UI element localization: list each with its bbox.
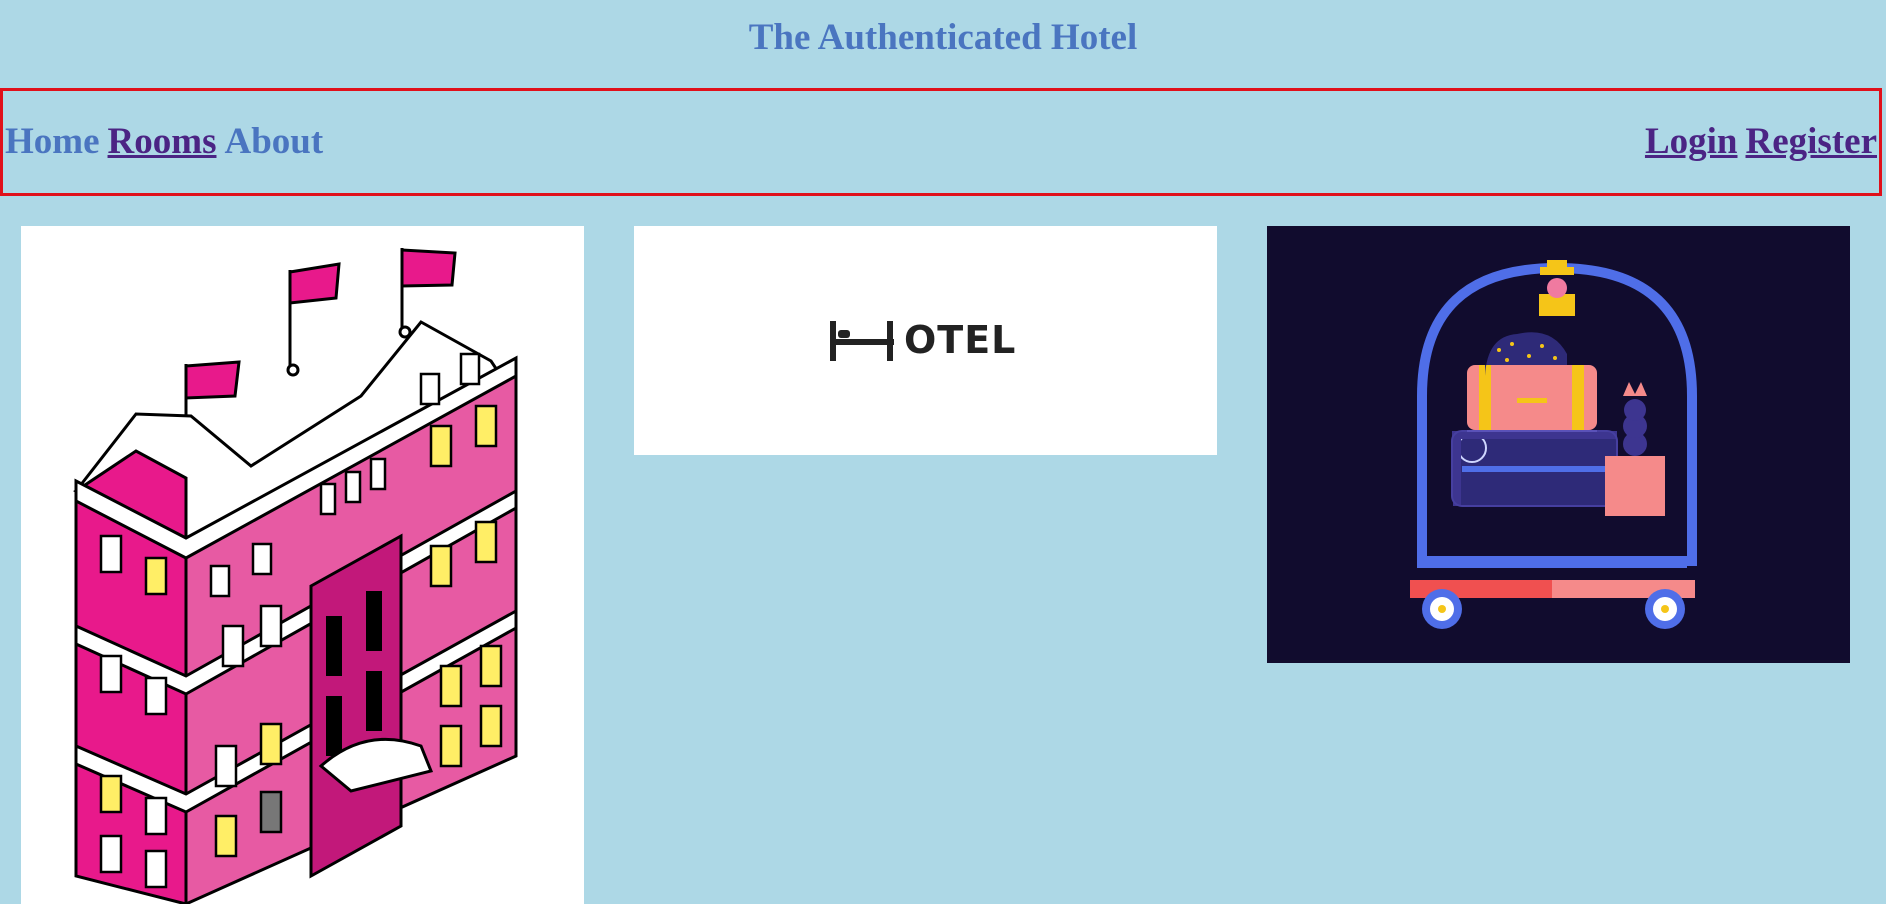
entrance [309, 533, 403, 879]
nav-link-login[interactable]: Login [1645, 118, 1738, 166]
nav-right-group: Login Register [1637, 118, 1879, 166]
nav-link-register[interactable]: Register [1746, 118, 1878, 166]
nav-link-about[interactable]: About [224, 118, 323, 166]
hotel-logo-image: OTEL [634, 226, 1217, 455]
hotel-building-image [21, 226, 584, 904]
nav-left-group: Home Rooms About [3, 118, 331, 166]
cactus [1623, 399, 1647, 456]
nav-link-rooms[interactable]: Rooms [108, 118, 217, 166]
site-title: The Authenticated Hotel [748, 17, 1138, 58]
bed-icon [830, 321, 894, 361]
luggage-cart-image [1267, 226, 1850, 663]
nav-link-home[interactable]: Home [5, 118, 100, 166]
logo-text: OTEL [904, 318, 1017, 362]
main-navbar: Home Rooms About Login Register [0, 88, 1882, 196]
hotel-building-illustration [73, 248, 518, 904]
page: The Authenticated Hotel Home Rooms About… [0, 0, 1886, 904]
luggage-cart-illustration [1410, 260, 1697, 629]
plant-pot [1605, 456, 1665, 516]
left-facade [74, 488, 188, 904]
bellhop-figure [1539, 260, 1575, 316]
